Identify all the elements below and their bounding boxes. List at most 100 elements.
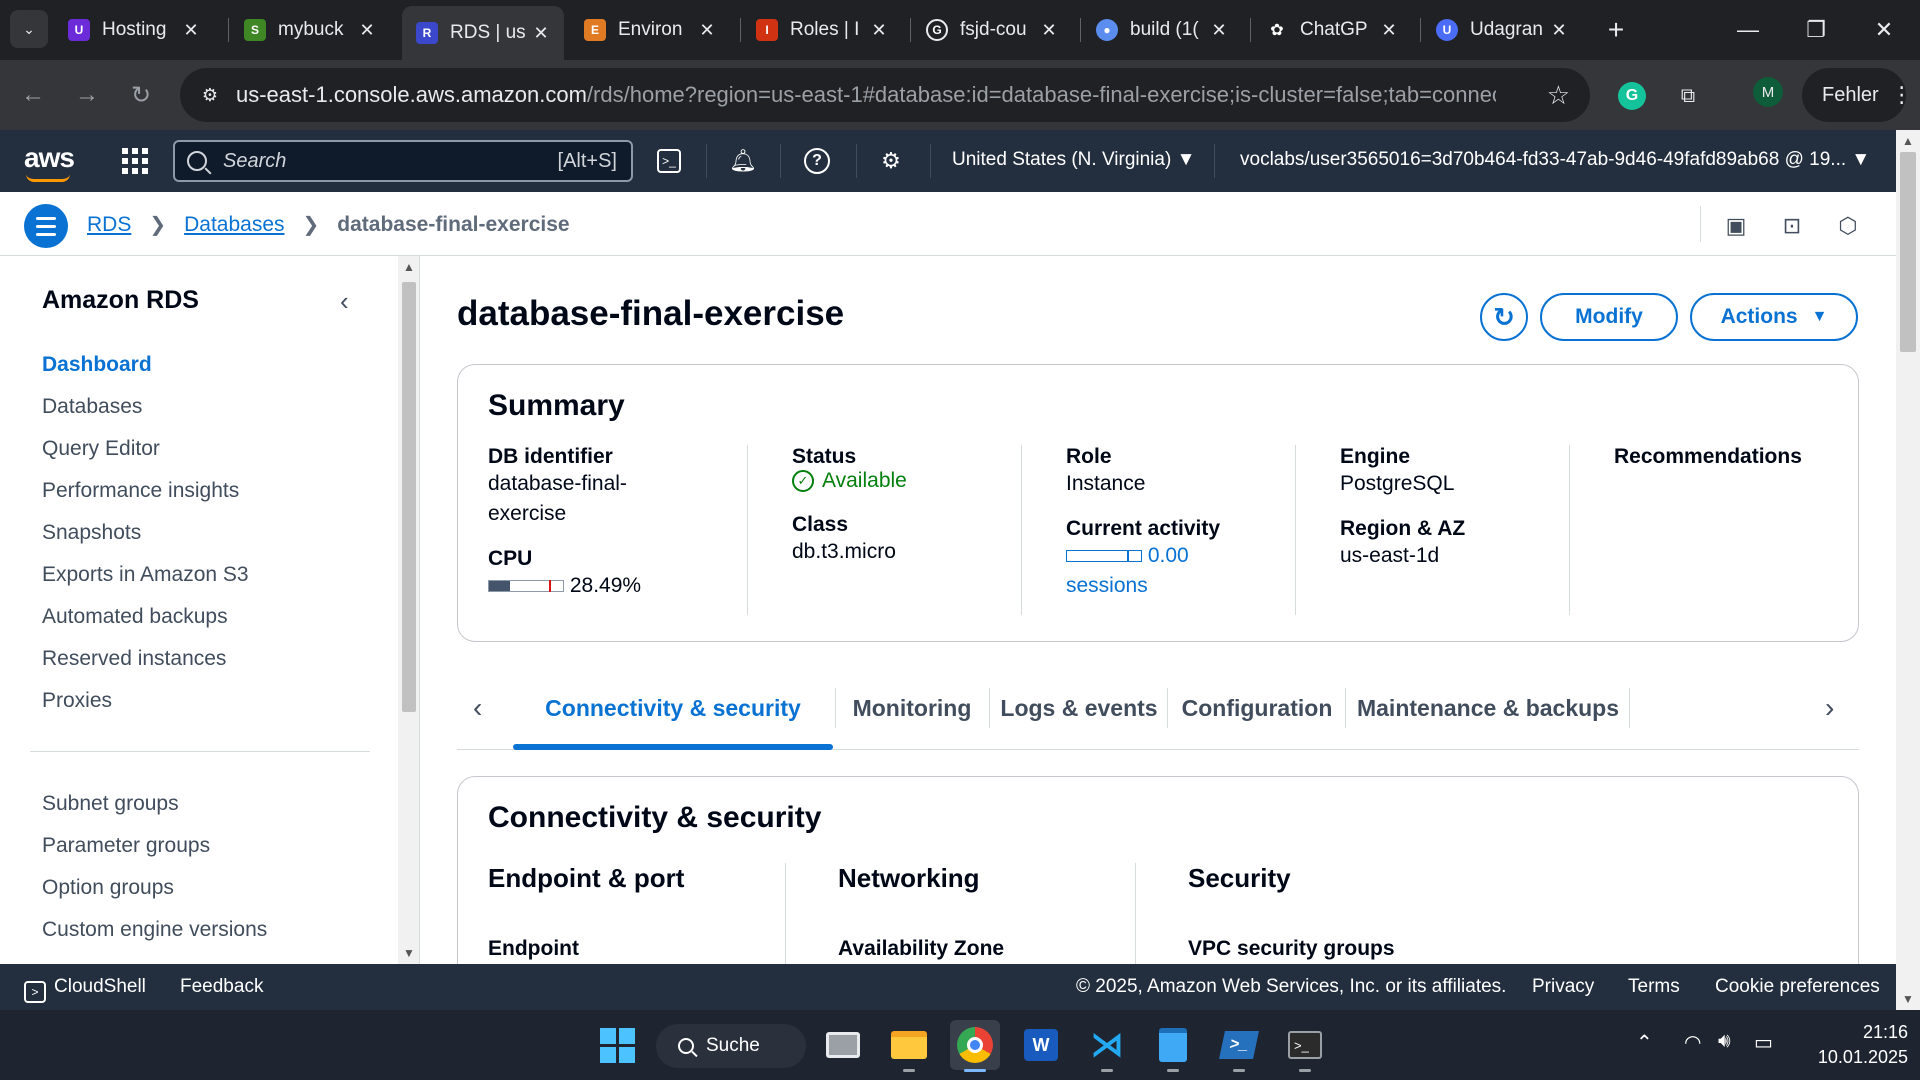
tab-monitoring[interactable]: Monitoring <box>837 668 987 748</box>
help-icon[interactable]: ? <box>802 146 832 176</box>
activity-sessions-link[interactable]: sessions <box>1066 574 1148 597</box>
close-icon[interactable]: ✕ <box>1036 20 1062 41</box>
sidebar-item-option-groups[interactable]: Option groups <box>42 876 174 900</box>
browser-tab-environment[interactable]: E Environ ✕ <box>570 8 730 52</box>
services-grid-icon[interactable] <box>122 148 148 174</box>
close-icon[interactable]: ✕ <box>866 20 892 41</box>
terms-link[interactable]: Terms <box>1628 976 1680 998</box>
powershell-app[interactable]: >_ <box>1214 1020 1264 1072</box>
tray-overflow-icon[interactable]: ⌃ <box>1636 1030 1653 1055</box>
vscode-app[interactable]: ⋊ <box>1082 1020 1132 1072</box>
close-icon[interactable]: ✕ <box>354 20 380 41</box>
browser-tab-mybucket[interactable]: S mybuck ✕ <box>230 8 390 52</box>
close-icon[interactable]: ✕ <box>528 23 554 44</box>
tab-maintenance-backups[interactable]: Maintenance & backups <box>1347 668 1629 748</box>
chrome-app[interactable] <box>950 1020 1000 1072</box>
sidebar-item-subnet-groups[interactable]: Subnet groups <box>42 792 179 816</box>
close-icon[interactable]: ✕ <box>1546 20 1572 41</box>
settings-hexagon-icon[interactable]: ⬡ <box>1834 212 1862 240</box>
close-icon[interactable]: ✕ <box>1206 20 1232 41</box>
site-info-icon[interactable]: ⚙ <box>192 77 228 113</box>
refresh-button[interactable]: ↻ <box>1480 293 1528 341</box>
browser-tab-build[interactable]: ● build (1( ✕ <box>1082 8 1242 52</box>
page-scroll-thumb[interactable] <box>1900 152 1916 352</box>
tabs-scroll-right-icon[interactable]: › <box>1825 692 1834 724</box>
sidebar-item-reserved-instances[interactable]: Reserved instances <box>42 647 226 671</box>
scroll-up-icon[interactable]: ▲ <box>1902 134 1914 148</box>
tabs-scroll-left-icon[interactable]: ‹ <box>473 692 482 724</box>
browser-tab-chatgpt[interactable]: ✿ ChatGP ✕ <box>1252 8 1412 52</box>
sidebar-item-custom-engine-versions[interactable]: Custom engine versions <box>42 918 267 942</box>
side-panel-icon[interactable]: ⊡ <box>1778 212 1806 240</box>
reload-button[interactable]: ↻ <box>124 78 158 112</box>
new-tab-button[interactable]: + <box>1598 12 1634 48</box>
region-selector[interactable]: United States (N. Virginia) ▼ <box>952 149 1195 171</box>
tab-logs-events[interactable]: Logs & events <box>991 668 1167 748</box>
sidebar-item-snapshots[interactable]: Snapshots <box>42 521 141 545</box>
terminal-app[interactable]: >_ <box>1280 1020 1330 1072</box>
start-button[interactable] <box>592 1020 642 1070</box>
close-icon[interactable]: ✕ <box>694 20 720 41</box>
gear-icon[interactable]: ⚙ <box>876 146 906 176</box>
wifi-icon[interactable]: ◠ <box>1684 1030 1701 1055</box>
feedback-link[interactable]: Feedback <box>180 976 263 998</box>
browser-tab-github[interactable]: G fsjd-cou ✕ <box>912 8 1072 52</box>
task-view-button[interactable] <box>818 1020 868 1070</box>
tab-configuration[interactable]: Configuration <box>1169 668 1345 748</box>
sidebar-item-query-editor[interactable]: Query Editor <box>42 437 160 461</box>
browser-tab-roles[interactable]: I Roles | I ✕ <box>742 8 902 52</box>
activity-count-link[interactable]: 0.00 <box>1148 544 1189 567</box>
modify-button[interactable]: Modify <box>1540 293 1678 341</box>
close-icon[interactable]: ✕ <box>178 20 204 41</box>
breadcrumb-rds-link[interactable]: RDS <box>87 213 131 237</box>
aws-search-input[interactable]: Search [Alt+S] <box>173 140 633 182</box>
browser-tab-udagram[interactable]: U Udagran ✕ <box>1422 8 1582 52</box>
taskbar-search[interactable]: Suche <box>656 1024 806 1068</box>
address-bar[interactable]: ⚙ us-east-1.console.aws.amazon.com/rds/h… <box>180 68 1590 122</box>
scroll-down-icon[interactable]: ▼ <box>403 946 415 960</box>
word-app[interactable]: W <box>1016 1020 1066 1070</box>
profile-avatar[interactable]: M <box>1753 77 1783 107</box>
bookmark-star-icon[interactable]: ☆ <box>1547 80 1570 111</box>
minimize-button[interactable]: — <box>1714 0 1782 60</box>
collapse-sidebar-icon[interactable]: ‹ <box>340 286 349 317</box>
scroll-down-icon[interactable]: ▼ <box>1902 992 1914 1006</box>
forward-button[interactable]: → <box>70 78 104 112</box>
close-icon[interactable]: ✕ <box>1376 20 1402 41</box>
error-menu-button[interactable]: Fehler ⋮ <box>1802 68 1913 122</box>
actions-button[interactable]: Actions ▼ <box>1690 293 1858 341</box>
close-window-button[interactable]: ✕ <box>1850 0 1918 60</box>
sidebar-item-proxies[interactable]: Proxies <box>42 689 112 713</box>
system-clock[interactable]: 21:16 10.01.2025 <box>1800 1020 1908 1070</box>
back-button[interactable]: ← <box>16 78 50 112</box>
privacy-link[interactable]: Privacy <box>1532 976 1594 998</box>
cloudshell-icon[interactable]: >_ <box>654 146 684 176</box>
presentation-icon[interactable]: ▣ <box>1722 212 1750 240</box>
sidebar-scroll-thumb[interactable] <box>402 282 416 712</box>
sidebar-item-dashboard[interactable]: Dashboard <box>42 353 152 377</box>
sidebar-item-databases[interactable]: Databases <box>42 395 142 419</box>
restore-button[interactable]: ❐ <box>1782 0 1850 60</box>
battery-icon[interactable]: ▭ <box>1754 1030 1773 1055</box>
current-activity-value[interactable]: 0.00 sessions <box>1066 541 1296 601</box>
page-scrollbar[interactable]: ▲ ▼ <box>1896 130 1920 1010</box>
sidebar-item-automated-backups[interactable]: Automated backups <box>42 605 228 629</box>
volume-icon[interactable]: 🔊︎ <box>1718 1030 1731 1053</box>
cookie-preferences-link[interactable]: Cookie preferences <box>1715 976 1880 998</box>
sidebar-item-performance-insights[interactable]: Performance insights <box>42 479 239 503</box>
tab-connectivity-security[interactable]: Connectivity & security <box>513 668 833 748</box>
aws-logo[interactable]: aws <box>24 142 75 174</box>
url-text[interactable]: us-east-1.console.aws.amazon.com/rds/hom… <box>236 82 1496 108</box>
file-explorer-app[interactable] <box>884 1020 934 1072</box>
extensions-puzzle-icon[interactable]: ⧉ <box>1670 78 1706 114</box>
account-menu[interactable]: voclabs/user3565016=3d70b464-fd33-47ab-9… <box>1240 149 1870 171</box>
bell-icon[interactable]: 🔔︎ <box>728 146 758 176</box>
sidebar-item-parameter-groups[interactable]: Parameter groups <box>42 834 210 858</box>
notepad-app[interactable] <box>1148 1020 1198 1072</box>
scroll-up-icon[interactable]: ▲ <box>403 260 415 274</box>
sidebar-scrollbar[interactable]: ▲ ▼ <box>398 256 420 964</box>
navigation-menu-button[interactable] <box>24 204 68 248</box>
tab-search-button[interactable]: ⌄ <box>10 10 48 48</box>
sidebar-item-exports-s3[interactable]: Exports in Amazon S3 <box>42 563 249 587</box>
breadcrumb-databases-link[interactable]: Databases <box>184 213 284 237</box>
